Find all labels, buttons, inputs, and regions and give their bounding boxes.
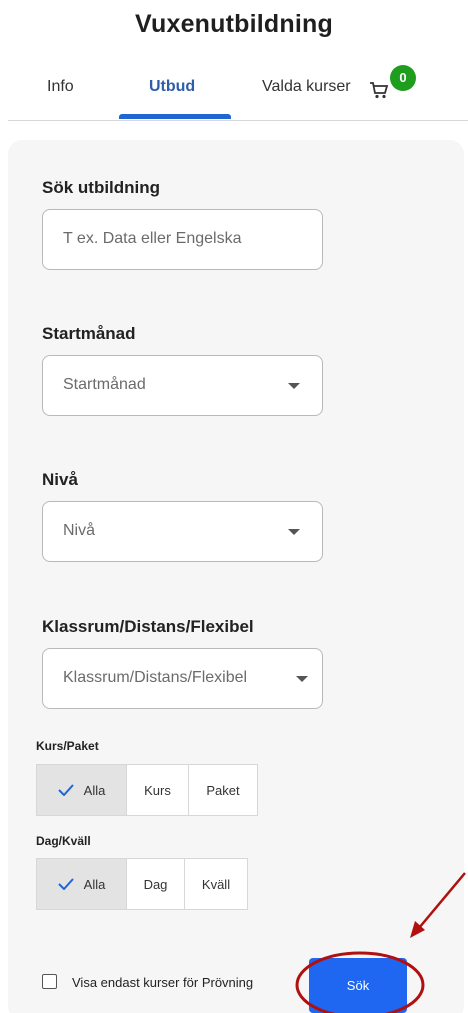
dag-kvall-label: Dag/Kväll	[36, 834, 91, 848]
dag-kvall-option-alla[interactable]: Alla	[37, 859, 127, 909]
level-value: Nivå	[63, 522, 96, 539]
provning-checkbox-label: Visa endast kurser för Prövning	[72, 975, 254, 990]
mode-select[interactable]: Klassrum/Distans/Flexibel	[42, 648, 323, 709]
kurs-paket-option-paket[interactable]: Paket	[189, 765, 257, 815]
page: Vuxenutbildning Info Utbud Valda kurser …	[0, 0, 468, 1013]
start-month-value: Startmånad	[63, 376, 146, 393]
search-label: Sök utbildning	[42, 178, 161, 197]
annotation-circle	[295, 951, 425, 1013]
search-placeholder: T ex. Data eller Engelska	[63, 230, 242, 247]
dag-kvall-option-dag[interactable]: Dag	[127, 859, 185, 909]
tab-info[interactable]: Info	[47, 78, 74, 96]
tabs-divider	[8, 120, 468, 121]
option-label: Kväll	[201, 876, 231, 892]
active-tab-indicator	[119, 114, 231, 119]
tab-utbud[interactable]: Utbud	[149, 78, 195, 96]
check-icon	[57, 784, 74, 796]
mode-value: Klassrum/Distans/Flexibel	[63, 669, 248, 686]
cart-count-badge: 0	[390, 65, 416, 91]
kurs-paket-toggle: Alla Kurs Paket	[36, 764, 258, 816]
provning-checkbox[interactable]	[42, 974, 57, 989]
search-input[interactable]: T ex. Data eller Engelska	[42, 209, 323, 270]
page-title: Vuxenutbildning	[135, 10, 333, 38]
check-icon	[57, 878, 74, 890]
chevron-down-icon	[296, 676, 308, 682]
annotation-arrow	[410, 872, 466, 938]
option-label: Alla	[83, 876, 106, 892]
kurs-paket-option-kurs[interactable]: Kurs	[127, 765, 189, 815]
option-label: Kurs	[144, 782, 171, 798]
kurs-paket-option-alla[interactable]: Alla	[37, 765, 127, 815]
level-label: Nivå	[42, 470, 78, 489]
tab-valda-kurser[interactable]: Valda kurser	[262, 78, 351, 96]
option-label: Dag	[143, 876, 168, 892]
chevron-down-icon	[288, 383, 300, 389]
option-label: Alla	[83, 782, 106, 798]
start-month-label: Startmånad	[42, 324, 136, 343]
dag-kvall-option-kvall[interactable]: Kväll	[185, 859, 247, 909]
dag-kvall-toggle: Alla Dag Kväll	[36, 858, 248, 910]
start-month-select[interactable]: Startmånad	[42, 355, 323, 416]
level-select[interactable]: Nivå	[42, 501, 323, 562]
kurs-paket-label: Kurs/Paket	[36, 739, 99, 753]
shopping-cart-icon[interactable]	[369, 81, 389, 99]
chevron-down-icon	[288, 529, 300, 535]
option-label: Paket	[206, 782, 240, 798]
mode-label: Klassrum/Distans/Flexibel	[42, 617, 254, 636]
